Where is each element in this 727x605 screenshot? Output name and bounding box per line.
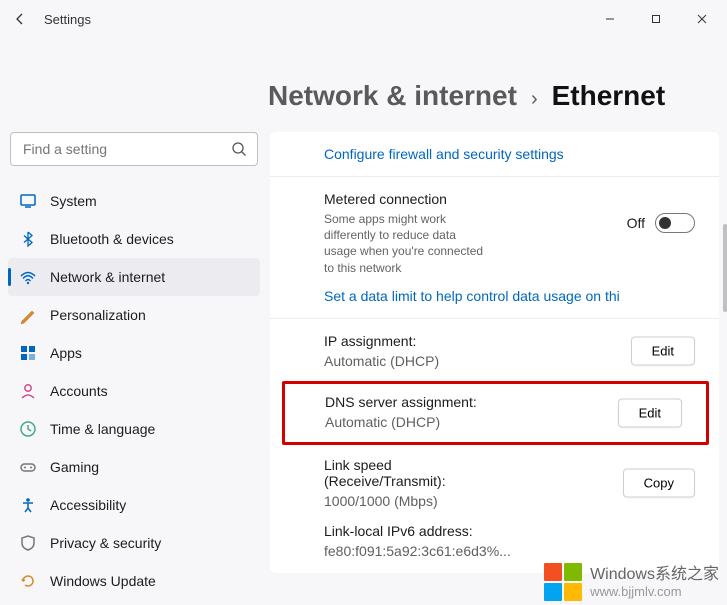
personalization-icon: [18, 305, 38, 325]
maximize-button[interactable]: [633, 4, 679, 34]
sidebar-item-label: Accessibility: [50, 497, 126, 513]
ipv6-value: fe80:f091:5a92:3c61:e6d3%...: [324, 543, 697, 559]
sidebar-item-personalization[interactable]: Personalization: [8, 296, 260, 334]
sidebar-item-label: Apps: [50, 345, 82, 361]
sidebar-item-bluetooth[interactable]: Bluetooth & devices: [8, 220, 260, 258]
metered-description: Some apps might work differently to redu…: [324, 211, 484, 276]
sidebar-item-label: Personalization: [50, 307, 146, 323]
scrollbar-thumb[interactable]: [723, 224, 727, 312]
sidebar-item-update[interactable]: Windows Update: [8, 562, 260, 600]
update-icon: [18, 571, 38, 591]
network-icon: [18, 267, 38, 287]
title-bar: Settings: [0, 0, 727, 38]
ip-assignment-row: IP assignment: Automatic (DHCP) Edit: [270, 318, 719, 383]
ipv6-label: Link-local IPv6 address:: [324, 523, 697, 539]
sidebar-item-label: Bluetooth & devices: [50, 231, 174, 247]
metered-title: Metered connection: [324, 191, 697, 207]
sidebar-item-label: Network & internet: [50, 269, 165, 285]
firewall-link[interactable]: Configure firewall and security settings: [324, 146, 564, 162]
sidebar-item-label: Gaming: [50, 459, 99, 475]
main-content: Network & internet › Ethernet Configure …: [268, 38, 727, 605]
sidebar-item-gaming[interactable]: Gaming: [8, 448, 260, 486]
privacy-icon: [18, 533, 38, 553]
sidebar-item-label: Windows Update: [50, 573, 156, 589]
sidebar: System Bluetooth & devices Network & int…: [0, 38, 268, 605]
set-data-limit-link[interactable]: Set a data limit to help control data us…: [324, 288, 697, 304]
ipv6-row: Link-local IPv6 address: fe80:f091:5a92:…: [270, 523, 719, 573]
minimize-button[interactable]: [587, 4, 633, 34]
accessibility-icon: [18, 495, 38, 515]
sidebar-item-label: Privacy & security: [50, 535, 161, 551]
bluetooth-icon: [18, 229, 38, 249]
sidebar-item-apps[interactable]: Apps: [8, 334, 260, 372]
toggle-state-label: Off: [627, 215, 645, 231]
sidebar-item-privacy[interactable]: Privacy & security: [8, 524, 260, 562]
sidebar-item-time[interactable]: Time & language: [8, 410, 260, 448]
firewall-link-row[interactable]: Configure firewall and security settings: [270, 132, 719, 176]
dns-edit-button[interactable]: Edit: [618, 398, 682, 427]
window-title: Settings: [44, 12, 91, 27]
ip-edit-button[interactable]: Edit: [631, 336, 695, 365]
search-icon: [231, 141, 247, 157]
close-button[interactable]: [679, 4, 725, 34]
sidebar-item-label: Time & language: [50, 421, 155, 437]
search-input[interactable]: [21, 140, 231, 158]
dns-assignment-row: DNS server assignment: Automatic (DHCP) …: [282, 381, 709, 445]
gaming-icon: [18, 457, 38, 477]
breadcrumb: Network & internet › Ethernet: [268, 80, 727, 112]
link-speed-row: Link speed (Receive/Transmit): 1000/1000…: [270, 443, 719, 523]
linkspeed-label: Link speed (Receive/Transmit):: [324, 457, 474, 489]
apps-icon: [18, 343, 38, 363]
breadcrumb-parent[interactable]: Network & internet: [268, 80, 517, 112]
metered-toggle[interactable]: [655, 213, 695, 233]
sidebar-item-accounts[interactable]: Accounts: [8, 372, 260, 410]
sidebar-item-accessibility[interactable]: Accessibility: [8, 486, 260, 524]
chevron-right-icon: ›: [531, 88, 538, 111]
system-icon: [18, 191, 38, 211]
breadcrumb-current: Ethernet: [552, 80, 666, 112]
sidebar-item-system[interactable]: System: [8, 182, 260, 220]
search-box[interactable]: [10, 132, 258, 166]
back-button[interactable]: [4, 3, 36, 35]
linkspeed-copy-button[interactable]: Copy: [623, 468, 695, 497]
sidebar-item-label: System: [50, 193, 97, 209]
time-icon: [18, 419, 38, 439]
sidebar-item-network[interactable]: Network & internet: [8, 258, 260, 296]
accounts-icon: [18, 381, 38, 401]
sidebar-item-label: Accounts: [50, 383, 108, 399]
metered-connection-row: Metered connection Some apps might work …: [270, 176, 719, 318]
